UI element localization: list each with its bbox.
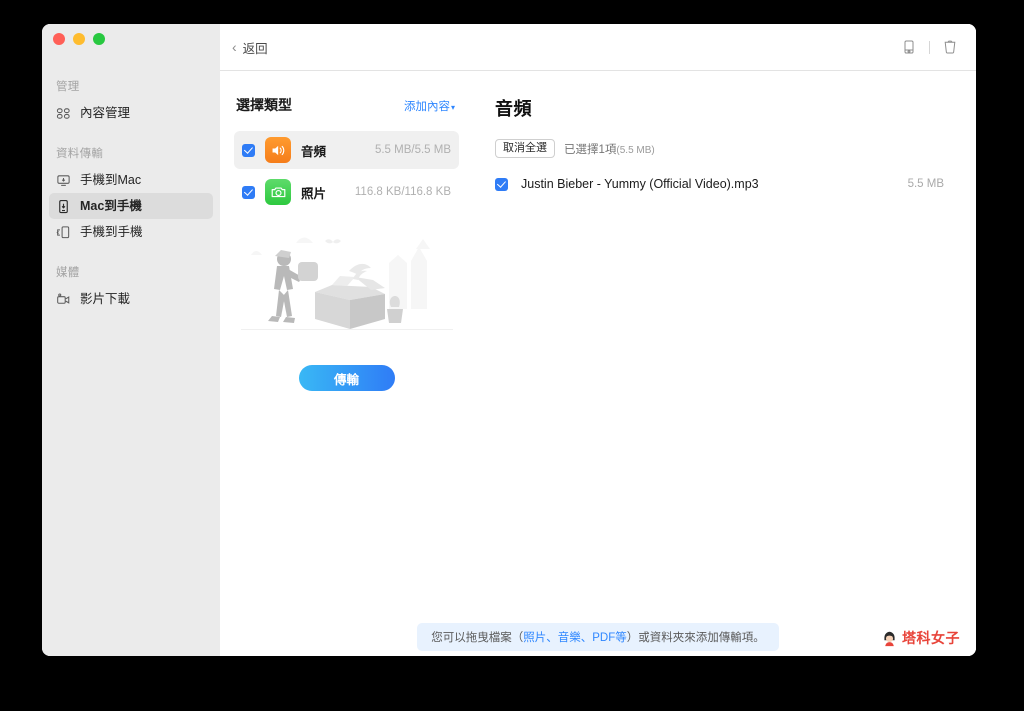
phone-to-phone-icon <box>56 225 71 240</box>
sidebar-item-label: Mac到手機 <box>80 198 142 213</box>
sidebar-item-label: 手機到手機 <box>80 224 143 239</box>
sidebar: 管理 內容管理 資料傳輸 手機到Mac Mac到手機 手機到手機 媒體 影片下載 <box>42 24 220 656</box>
sidebar-section-manage: 管理 內容管理 <box>42 78 220 126</box>
type-panel-header: 選擇類型 添加內容▾ <box>234 95 459 115</box>
screen: 管理 內容管理 資料傳輸 手機到Mac Mac到手機 手機到手機 媒體 影片下載… <box>0 0 1024 711</box>
empty-state-illustration <box>240 229 453 347</box>
app-window: 管理 內容管理 資料傳輸 手機到Mac Mac到手機 手機到手機 媒體 影片下載… <box>42 24 976 656</box>
type-size-label: 116.8 KB/116.8 KB <box>354 186 451 198</box>
selection-count: 已選擇1項 <box>564 143 617 156</box>
file-name-label: Justin Bieber - Yummy (Official Video).m… <box>521 177 759 192</box>
type-name-label: 照片 <box>301 186 327 201</box>
file-checkbox[interactable] <box>495 177 508 191</box>
sidebar-item-phone-to-phone[interactable]: 手機到手機 <box>49 219 213 245</box>
sidebar-item-label: 內容管理 <box>80 105 131 120</box>
type-selection-panel: 選擇類型 添加內容▾ 音頻 5.5 MB/5.5 MB 照片 116.8 KB/… <box>220 71 473 656</box>
deselect-all-button[interactable]: 取消全選 <box>495 139 555 159</box>
sidebar-item-content-management[interactable]: 內容管理 <box>49 100 213 126</box>
trash-icon[interactable] <box>940 37 960 57</box>
watermark-text: 塔科女子 <box>902 630 960 646</box>
sidebar-item-label: 影片下載 <box>80 291 131 306</box>
file-list-actions: 取消全選 已選擇1項(5.5 MB) <box>495 139 948 159</box>
close-button[interactable] <box>53 33 65 45</box>
sidebar-section-header: 管理 <box>56 81 80 93</box>
device-icon[interactable] <box>899 37 919 57</box>
sidebar-section-media: 媒體 影片下載 <box>42 264 220 312</box>
audio-checkbox[interactable] <box>242 143 255 157</box>
transfer-button-wrap: 傳輸 <box>234 365 459 391</box>
minimize-button[interactable] <box>73 33 85 45</box>
sidebar-section-transfer: 資料傳輸 手機到Mac Mac到手機 手機到手機 <box>42 145 220 245</box>
photo-checkbox[interactable] <box>242 185 255 199</box>
sidebar-section-header: 資料傳輸 <box>56 148 104 160</box>
camera-icon <box>265 179 291 205</box>
transfer-button[interactable]: 傳輸 <box>298 365 395 391</box>
toolbar-actions <box>899 37 960 57</box>
add-content-dropdown[interactable]: 添加內容▾ <box>404 98 455 114</box>
zoom-button[interactable] <box>93 33 105 45</box>
sidebar-item-label: 手機到Mac <box>80 172 142 187</box>
hint-prefix: 您可以拖曳檔案（ <box>431 632 524 644</box>
type-row-photo[interactable]: 照片 116.8 KB/116.8 KB <box>234 173 459 211</box>
chevron-down-icon: ▾ <box>450 103 455 112</box>
watermark: 塔科女子 <box>881 628 960 648</box>
phone-to-mac-icon <box>56 173 71 188</box>
toolbar-divider <box>929 40 930 54</box>
grid-icon <box>56 106 71 121</box>
file-size-label: 5.5 MB <box>907 178 944 191</box>
content-area: ‹ 返回 選擇類型 添加內容▾ 音頻 5.5 MB/5.5 MB 照片 116.… <box>220 24 976 656</box>
toolbar: ‹ 返回 <box>220 24 976 71</box>
back-button[interactable]: ‹ 返回 <box>232 38 268 57</box>
type-size-label: 5.5 MB/5.5 MB <box>374 144 451 156</box>
sidebar-section-header: 媒體 <box>56 267 80 279</box>
bottom-hint-bar: 您可以拖曳檔案（照片、音樂、PDF等）或資料夾來添加傳輸項。 塔科女子 <box>220 618 976 656</box>
selection-info: 已選擇1項(5.5 MB) <box>564 141 655 157</box>
selection-size: (5.5 MB) <box>616 144 655 156</box>
type-row-audio[interactable]: 音頻 5.5 MB/5.5 MB <box>234 131 459 169</box>
file-list-panel: 音頻 取消全選 已選擇1項(5.5 MB) Justin Bieber - Yu… <box>473 71 976 656</box>
avatar <box>881 630 898 647</box>
speaker-icon <box>265 137 291 163</box>
type-panel-title: 選擇類型 <box>236 97 292 113</box>
sidebar-item-mac-to-phone[interactable]: Mac到手機 <box>49 193 213 219</box>
back-chevron-icon: ‹ <box>232 38 237 55</box>
body: 選擇類型 添加內容▾ 音頻 5.5 MB/5.5 MB 照片 116.8 KB/… <box>220 71 976 656</box>
hint-suffix: ）或資料夾來添加傳輸項。 <box>626 632 765 644</box>
back-button-label: 返回 <box>242 41 268 56</box>
sidebar-item-video-download[interactable]: 影片下載 <box>49 286 213 312</box>
sidebar-item-phone-to-mac[interactable]: 手機到Mac <box>49 167 213 193</box>
video-download-icon <box>56 292 71 307</box>
type-name-label: 音頻 <box>301 144 327 159</box>
drag-drop-hint: 您可以拖曳檔案（照片、音樂、PDF等）或資料夾來添加傳輸項。 <box>417 623 779 651</box>
window-controls <box>53 33 105 45</box>
file-panel-title: 音頻 <box>495 99 532 119</box>
mac-to-phone-icon <box>56 199 71 214</box>
file-row[interactable]: Justin Bieber - Yummy (Official Video).m… <box>495 177 948 191</box>
add-content-label: 添加內容 <box>403 101 450 113</box>
hint-highlight: 照片、音樂、PDF等 <box>523 632 627 644</box>
